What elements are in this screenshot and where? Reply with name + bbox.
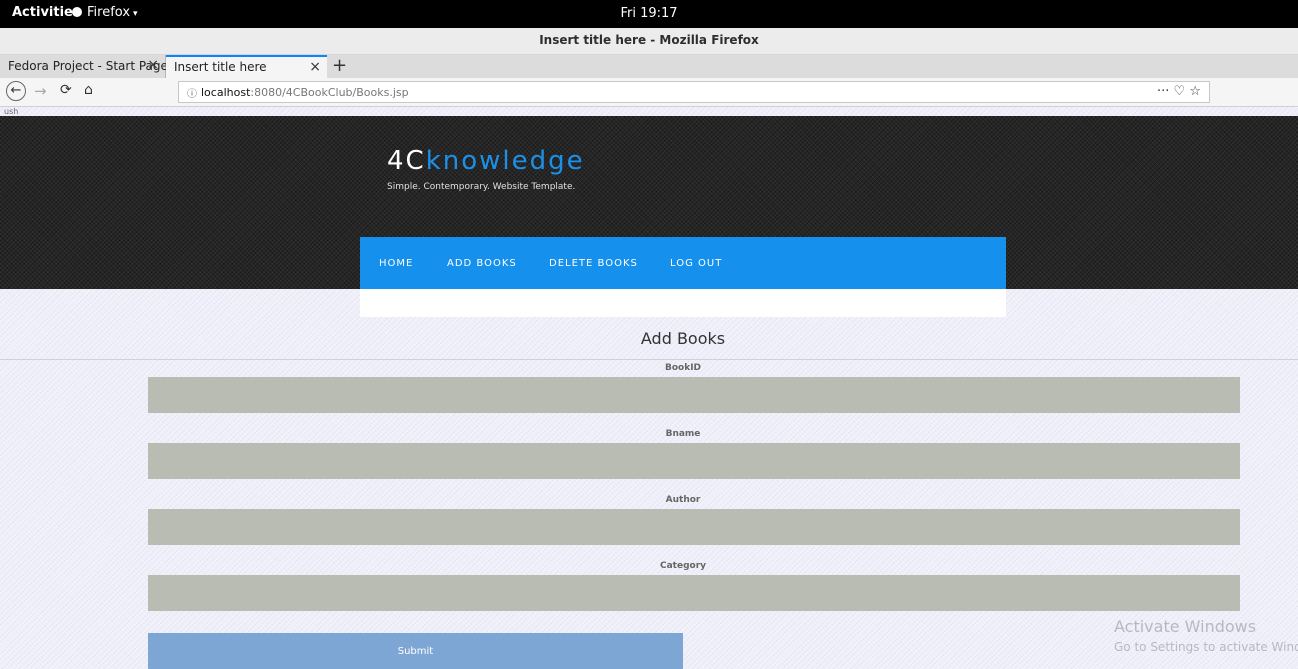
tab-label: Insert title here (174, 60, 267, 74)
home-button[interactable]: ⌂ (84, 82, 93, 98)
menu-item-add-books[interactable]: ADD BOOKS (447, 258, 517, 269)
bookid-label: BookID (664, 363, 702, 373)
bookid-input[interactable] (148, 377, 1240, 413)
new-tab-button[interactable]: + (332, 55, 347, 76)
bname-input[interactable] (148, 443, 1240, 479)
url-bar[interactable]: ⓘ localhost:8080/4CBookClub/Books.jsp ··… (178, 81, 1210, 103)
tab-fedora-start[interactable]: Fedora Project - Start Page × (0, 55, 168, 78)
form-heading: Add Books (640, 329, 726, 348)
menu-item-home[interactable]: HOME (379, 258, 413, 269)
url-text[interactable]: localhost:8080/4CBookClub/Books.jsp (201, 86, 409, 99)
reload-button[interactable]: ⟳ (60, 82, 72, 98)
divider (0, 359, 1298, 360)
navigation-toolbar: ← → ⟳ ⌂ ⓘ localhost:8080/4CBookClub/Book… (0, 78, 1298, 107)
url-path: :8080/4CBookClub/Books.jsp (250, 86, 409, 99)
tab-label: Fedora Project - Start Page (8, 59, 168, 73)
site-tagline: Simple. Contemporary. Website Template. (387, 182, 576, 192)
author-input[interactable] (148, 509, 1240, 545)
url-host: localhost (201, 86, 251, 99)
window-titlebar: Insert title here - Mozilla Firefox (0, 28, 1298, 55)
stray-text: ush (4, 107, 19, 116)
author-label: Author (665, 495, 701, 505)
menu-item-log-out[interactable]: LOG OUT (670, 258, 722, 269)
menu-item-delete-books[interactable]: DELETE BOOKS (549, 258, 638, 269)
web-page: ush 4Cknowledge Simple. Contemporary. We… (0, 107, 1298, 669)
close-icon[interactable]: × (309, 59, 321, 75)
menu-underbar (360, 289, 1006, 317)
activation-watermark-title: Activate Windows (1114, 617, 1257, 636)
category-input[interactable] (148, 575, 1240, 611)
system-top-bar: Activities Firefox ▾ Fri 19:17 (0, 0, 1298, 28)
back-button[interactable]: ← (6, 81, 26, 101)
clock[interactable]: Fri 19:17 (0, 6, 1298, 21)
close-icon[interactable]: × (147, 57, 159, 73)
bname-label: Bname (665, 429, 701, 439)
category-label: Category (659, 561, 706, 571)
logo-part1: 4C (387, 146, 426, 176)
page-actions-icons[interactable]: ··· ♡ ☆ (1157, 84, 1201, 99)
site-header: 4Cknowledge Simple. Contemporary. Websit… (0, 116, 1298, 289)
logo-part2: knowledge (425, 146, 585, 176)
site-logo[interactable]: 4Cknowledge (387, 146, 585, 176)
main-menu: HOME ADD BOOKS DELETE BOOKS LOG OUT (360, 237, 1006, 289)
tab-insert-title[interactable]: Insert title here × (166, 55, 327, 78)
forward-button[interactable]: → (34, 82, 47, 100)
window-title: Insert title here - Mozilla Firefox (539, 33, 759, 47)
info-icon[interactable]: ⓘ (187, 85, 197, 100)
tab-bar: Fedora Project - Start Page × Insert tit… (0, 55, 1298, 78)
activation-watermark-text: Go to Settings to activate Windows. (1114, 640, 1298, 654)
submit-button[interactable]: Submit (148, 633, 683, 669)
